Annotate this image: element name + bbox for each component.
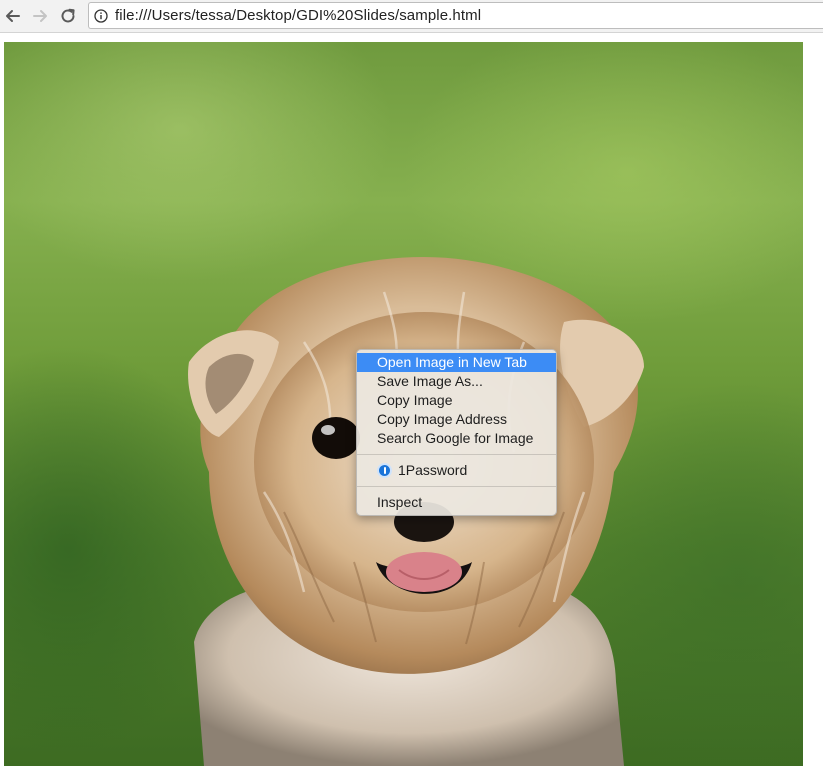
browser-toolbar: file:///Users/tessa/Desktop/GDI%20Slides…: [0, 0, 823, 33]
menu-item-open-image-new-tab[interactable]: Open Image in New Tab: [357, 353, 556, 372]
menu-separator: [357, 486, 556, 487]
url-text[interactable]: file:///Users/tessa/Desktop/GDI%20Slides…: [115, 7, 481, 24]
reload-button[interactable]: [57, 5, 79, 27]
menu-item-search-google-for-image[interactable]: Search Google for Image: [357, 429, 556, 448]
context-menu: Open Image in New Tab Save Image As... C…: [356, 349, 557, 516]
info-circle-icon[interactable]: [94, 9, 108, 23]
menu-item-copy-image-address[interactable]: Copy Image Address: [357, 410, 556, 429]
menu-item-copy-image[interactable]: Copy Image: [357, 391, 556, 410]
1password-icon: [377, 463, 392, 478]
reload-icon: [61, 8, 75, 23]
menu-item-save-image-as[interactable]: Save Image As...: [357, 372, 556, 391]
menu-item-inspect[interactable]: Inspect: [357, 493, 556, 512]
arrow-left-icon: [6, 10, 20, 22]
back-button[interactable]: [2, 5, 24, 27]
menu-item-1password[interactable]: 1Password: [357, 461, 556, 480]
menu-item-1password-label: 1Password: [398, 462, 468, 478]
address-bar[interactable]: file:///Users/tessa/Desktop/GDI%20Slides…: [88, 2, 823, 29]
menu-separator: [357, 454, 556, 455]
forward-button[interactable]: [29, 5, 51, 27]
arrow-right-icon: [33, 10, 47, 22]
